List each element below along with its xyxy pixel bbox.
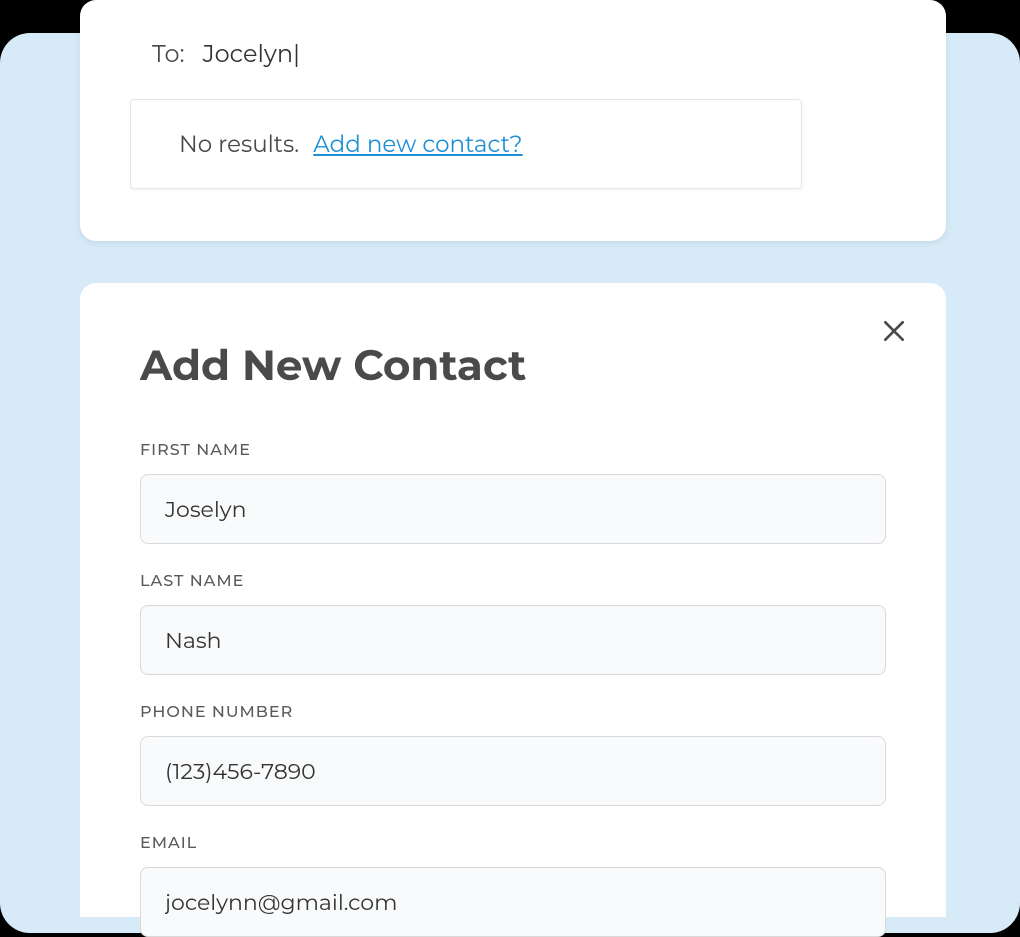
- add-new-contact-link[interactable]: Add new contact?: [313, 130, 522, 158]
- last-name-input[interactable]: [140, 605, 886, 675]
- modal-title: Add New Contact: [140, 339, 886, 391]
- last-name-label: LAST NAME: [140, 572, 886, 591]
- search-panel: To: Jocelyn| No results. Add new contact…: [80, 0, 946, 241]
- first-name-group: FIRST NAME: [140, 441, 886, 544]
- to-input-text: Jocelyn: [203, 40, 293, 69]
- close-button[interactable]: [872, 309, 916, 353]
- email-group: EMAIL: [140, 834, 886, 937]
- add-contact-modal: Add New Contact FIRST NAME LAST NAME PHO…: [80, 283, 946, 917]
- close-icon: [881, 318, 907, 344]
- to-row: To: Jocelyn|: [140, 40, 886, 69]
- first-name-input[interactable]: [140, 474, 886, 544]
- to-label: To:: [152, 40, 185, 69]
- phone-input[interactable]: [140, 736, 886, 806]
- to-input[interactable]: Jocelyn|: [203, 40, 301, 69]
- first-name-label: FIRST NAME: [140, 441, 886, 460]
- email-label: EMAIL: [140, 834, 886, 853]
- phone-group: PHONE NUMBER: [140, 703, 886, 806]
- last-name-group: LAST NAME: [140, 572, 886, 675]
- email-input[interactable]: [140, 867, 886, 937]
- search-results-dropdown: No results. Add new contact?: [130, 99, 802, 189]
- no-results-text: No results.: [179, 130, 299, 158]
- phone-label: PHONE NUMBER: [140, 703, 886, 722]
